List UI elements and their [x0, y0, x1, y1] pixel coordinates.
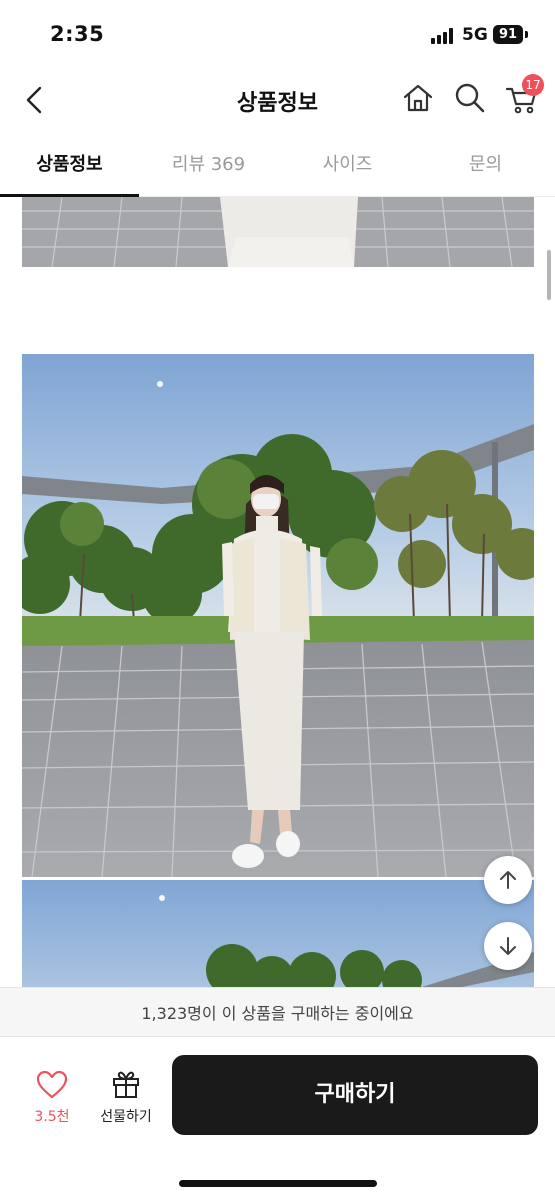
- battery-cap: [525, 31, 528, 38]
- arrow-down-icon: [500, 937, 516, 955]
- search-icon[interactable]: [452, 80, 488, 116]
- heart-icon: [36, 1070, 68, 1099]
- like-count: 3.5천: [34, 1109, 70, 1125]
- signal-icon: [431, 28, 457, 44]
- back-arrow-icon[interactable]: [18, 82, 54, 118]
- product-detail-content: [0, 197, 555, 987]
- status-bar: 2:35 5G 91: [0, 0, 555, 70]
- tab-reviews[interactable]: 리뷰 369: [139, 140, 278, 196]
- tab-bar: 상품정보 리뷰 369 사이즈 문의: [0, 140, 555, 197]
- buy-button[interactable]: 구매하기: [172, 1055, 538, 1135]
- like-button[interactable]: 3.5천: [24, 1066, 80, 1126]
- app-header: 상품정보: [0, 70, 555, 130]
- gift-label: 선물하기: [100, 1109, 152, 1125]
- scroll-up-button[interactable]: [484, 856, 532, 904]
- gift-button[interactable]: 선물하기: [92, 1066, 160, 1126]
- product-photo-2: [22, 354, 534, 877]
- scrollbar-thumb[interactable]: [547, 250, 551, 300]
- tab-size[interactable]: 사이즈: [278, 140, 417, 196]
- product-photo-1: [22, 197, 534, 267]
- cart-count-badge: 17: [522, 74, 544, 96]
- scroll-down-button[interactable]: [484, 922, 532, 970]
- bottom-action-bar: 3.5천 선물하기 구매하기: [0, 1038, 555, 1200]
- network-label: 5G: [462, 25, 488, 45]
- home-indicator: [179, 1180, 377, 1187]
- battery-icon: 91: [493, 25, 523, 44]
- product-photo-3: [22, 880, 534, 987]
- tab-inquiry[interactable]: 문의: [416, 140, 555, 196]
- tab-product-info[interactable]: 상품정보: [0, 140, 139, 196]
- status-time: 2:35: [50, 22, 105, 46]
- home-icon[interactable]: [400, 80, 436, 116]
- purchase-activity-notice: 1,323명이 이 상품을 구매하는 중이에요: [0, 987, 555, 1037]
- gift-icon: [113, 1071, 139, 1098]
- arrow-up-icon: [500, 871, 516, 889]
